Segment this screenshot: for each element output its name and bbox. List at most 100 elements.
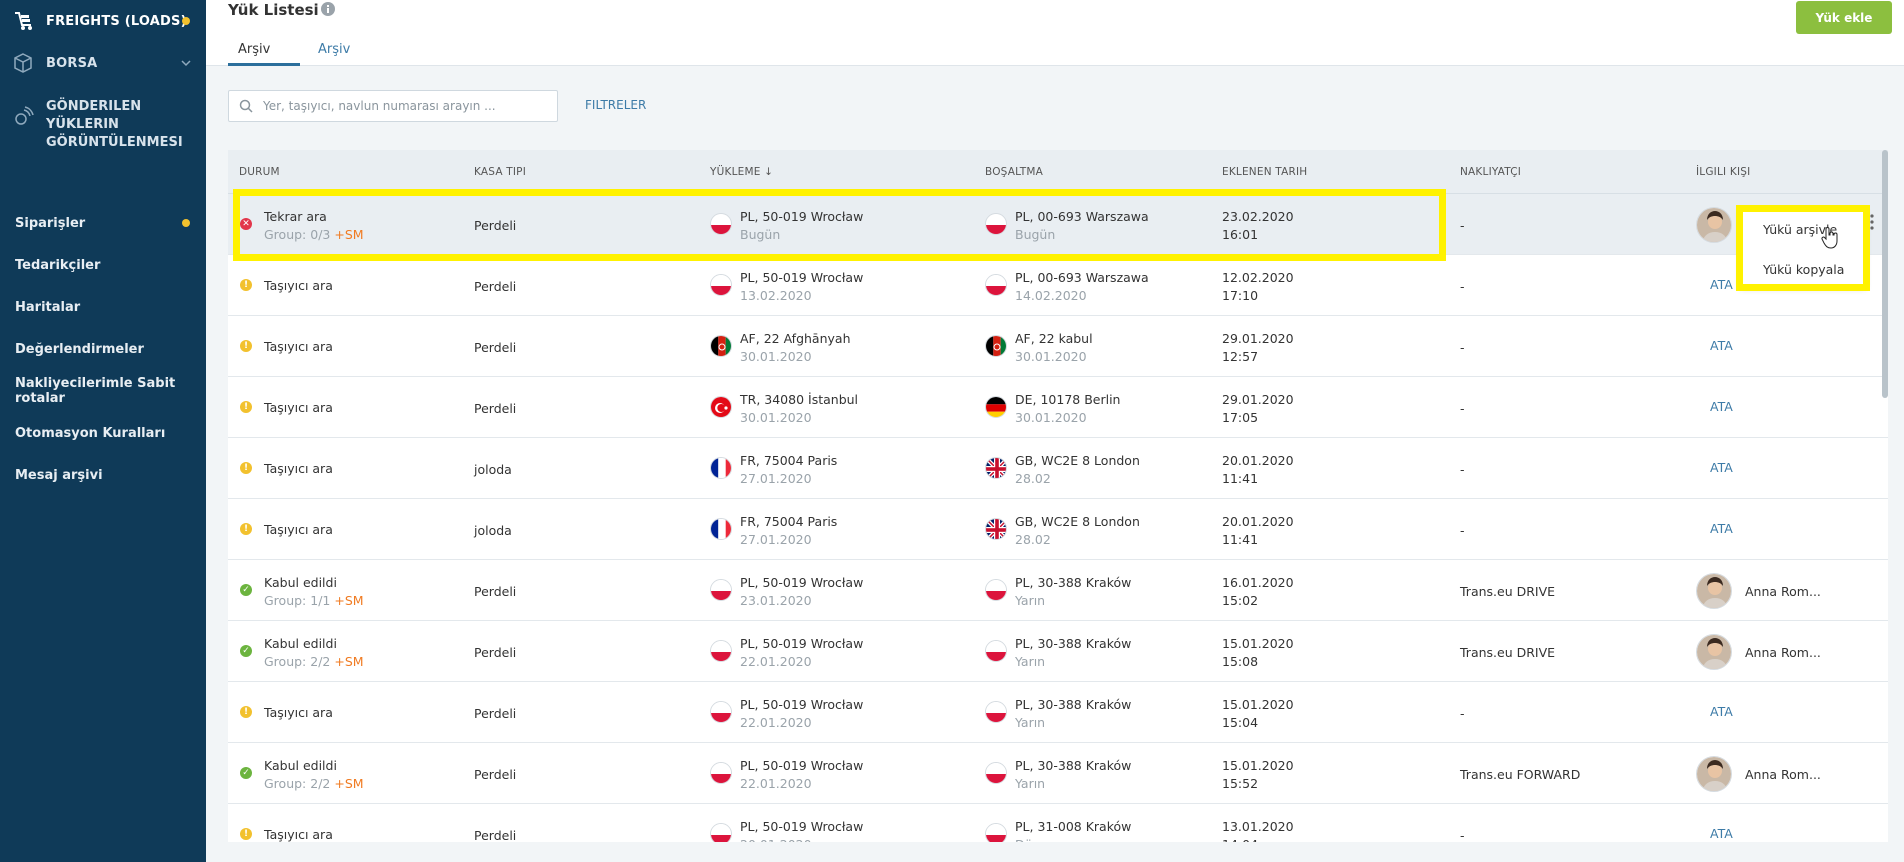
added-time: 17:10 [1222, 288, 1259, 303]
sidebar-item-label: Tedarikçiler [15, 257, 101, 273]
unloading-place: PL, 30-388 Kraków [1015, 636, 1132, 651]
sidebar-item-orders[interactable]: Siparişler [0, 202, 206, 244]
sidebar-item-label: Otomasyon Kuralları [15, 425, 166, 441]
contact-link[interactable]: ATA [1710, 338, 1733, 353]
unloading-cell: PL, 30-388 Kraków Yarın [1015, 635, 1131, 671]
table-row[interactable]: ! Taşıyıcı ara Perdeli PL, 50-019 Wrocła… [228, 682, 1888, 743]
flag-icon [710, 518, 732, 540]
table-row[interactable]: ! Taşıyıcı ara joloda FR, 75004 Paris 27… [228, 438, 1888, 499]
loading-date: 23.01.2020 [740, 593, 812, 608]
status-cell: Taşıyıcı ara [264, 277, 333, 295]
sm-badge[interactable]: +SM [334, 227, 363, 242]
sm-badge[interactable]: +SM [334, 776, 363, 791]
sidebar-item-label: Haritalar [15, 299, 81, 315]
loading-cell: FR, 75004 Paris 27.01.2020 [740, 452, 837, 488]
added-date: 12.02.2020 [1222, 270, 1294, 285]
avatar [1696, 573, 1732, 609]
sidebar-item-automation-rules[interactable]: Otomasyon Kuralları [0, 412, 206, 454]
unloading-place: GB, WC2E 8 London [1015, 514, 1140, 529]
warning-icon: ! [240, 462, 252, 474]
table-row[interactable]: ! Taşıyıcı ara Perdeli PL, 50-019 Wrocła… [228, 255, 1888, 316]
sidebar-item-maps[interactable]: Haritalar [0, 286, 206, 328]
group-info: Group: 2/2 +SM [264, 775, 364, 793]
flag-icon [710, 640, 732, 662]
tab-archive-active[interactable]: Arşiv [228, 42, 300, 66]
flag-icon [985, 579, 1007, 601]
filters-link[interactable]: FILTRELER [585, 98, 646, 112]
table-row[interactable]: ✓ Kabul edildi Group: 2/2 +SM Perdeli PL… [228, 621, 1888, 682]
nav-freights[interactable]: FREIGHTS (LOADS) [0, 0, 206, 42]
unloading-date: Bugün [1015, 227, 1056, 242]
table-row[interactable]: ✓ Kabul edildi Group: 2/2 +SM Perdeli PL… [228, 743, 1888, 804]
added-date-cell: 29.01.2020 17:05 [1222, 391, 1294, 427]
chevron-down-icon [180, 57, 192, 73]
column-header-body-type[interactable]: KASA TIPI [474, 166, 526, 178]
sm-badge[interactable]: +SM [334, 654, 363, 669]
unloading-cell: PL, 31-008 Kraków Dün [1015, 818, 1131, 842]
column-header-loading[interactable]: YÜKLEME ↓ [710, 166, 773, 178]
sidebar-item-ratings[interactable]: Değerlendirmeler [0, 328, 206, 370]
loading-date: Bugün [740, 227, 781, 242]
column-header-contact[interactable]: İLGILI KIŞI [1696, 166, 1750, 178]
table-row[interactable]: ✕ Tekrar ara Group: 0/3 +SM Perdeli PL, … [228, 194, 1888, 255]
added-date: 29.01.2020 [1222, 331, 1294, 346]
table-row[interactable]: ✓ Kabul edildi Group: 1/1 +SM Perdeli PL… [228, 560, 1888, 621]
group-text: Group: 1/1 [264, 593, 331, 608]
added-time: 14:04 [1222, 836, 1294, 842]
nav-borsa[interactable]: BORSA [0, 42, 206, 84]
contact-link[interactable]: ATA [1710, 460, 1733, 475]
add-load-button[interactable]: Yük ekle [1796, 1, 1892, 34]
column-header-added-date[interactable]: EKLENEN TARIH [1222, 166, 1307, 178]
added-time: 11:41 [1222, 532, 1259, 547]
added-time: 17:05 [1222, 410, 1259, 425]
sidebar-item-suppliers[interactable]: Tedarikçiler [0, 244, 206, 286]
unloading-place: PL, 30-388 Kraków [1015, 758, 1132, 773]
status-text: Kabul edildi [264, 758, 337, 773]
search-input[interactable] [263, 91, 553, 121]
loading-date: 20.01.2020 [740, 836, 863, 842]
contact-link[interactable]: ATA [1710, 277, 1733, 292]
more-options-icon[interactable] [1870, 214, 1874, 234]
avatar [1696, 207, 1732, 243]
column-header-status[interactable]: DURUM [239, 166, 280, 178]
table-row[interactable]: ! Taşıyıcı ara Perdeli TR, 34080 İstanbu… [228, 377, 1888, 438]
sidebar-item-message-archive[interactable]: Mesaj arşivi [0, 454, 206, 496]
group-info: Group: 0/3 +SM [264, 226, 364, 244]
sidebar: FREIGHTS (LOADS) BORSA GÖNDERILEN YÜKLER… [0, 0, 206, 862]
body-type: Perdeli [474, 340, 517, 355]
contact-link[interactable]: ATA [1710, 521, 1733, 536]
table-row[interactable]: ! Taşıyıcı ara joloda FR, 75004 Paris 27… [228, 499, 1888, 560]
row-context-menu: Yükü arşivle Yükü kopyala [1740, 209, 1866, 287]
loading-place: PL, 50-019 Wrocław [740, 697, 864, 712]
sidebar-item-fixed-routes[interactable]: Nakliyecilerimle Sabit rotalar [0, 370, 206, 412]
unloading-place: PL, 30-388 Kraków [1015, 697, 1132, 712]
contact-link[interactable]: ATA [1710, 826, 1733, 841]
status-text: Taşıyıcı ara [264, 522, 333, 537]
info-icon[interactable] [320, 1, 336, 21]
status-cell: Kabul edildi Group: 2/2 +SM [264, 757, 364, 793]
column-header-unloading[interactable]: BOŞALTMA [985, 166, 1043, 178]
body-type: Perdeli [474, 584, 517, 599]
contact-link[interactable]: ATA [1710, 399, 1733, 414]
menu-item-copy-load[interactable]: Yükü kopyala [1763, 262, 1844, 277]
loading-cell: FR, 75004 Paris 27.01.2020 [740, 513, 837, 549]
sm-badge[interactable]: +SM [334, 593, 363, 608]
body-type: Perdeli [474, 218, 517, 233]
table-row[interactable]: ! Taşıyıcı ara Perdeli PL, 50-019 Wrocła… [228, 804, 1888, 842]
table-row[interactable]: ! Taşıyıcı ara Perdeli AF, 22 Afghānyah … [228, 316, 1888, 377]
loading-date: 22.01.2020 [740, 776, 812, 791]
loading-cell: TR, 34080 İstanbul 30.01.2020 [740, 391, 858, 427]
nav-sent-loads[interactable]: GÖNDERILEN YÜKLERIN GÖRÜNTÜLENMESI [0, 84, 206, 180]
tab-archive[interactable]: Arşiv [318, 42, 350, 57]
loading-date: 27.01.2020 [740, 532, 812, 547]
added-date-cell: 20.01.2020 11:41 [1222, 513, 1294, 549]
unloading-cell: GB, WC2E 8 London 28.02 [1015, 452, 1140, 488]
status-cell: Kabul edildi Group: 2/2 +SM [264, 635, 364, 671]
column-header-carrier[interactable]: NAKLIYATÇI [1460, 166, 1521, 178]
body-type: Perdeli [474, 706, 517, 721]
contact-link[interactable]: ATA [1710, 704, 1733, 719]
vertical-scrollbar[interactable] [1882, 150, 1888, 398]
unloading-date: 30.01.2020 [1015, 410, 1087, 425]
flag-icon [985, 701, 1007, 723]
loading-place: PL, 50-019 Wrocław [740, 270, 864, 285]
